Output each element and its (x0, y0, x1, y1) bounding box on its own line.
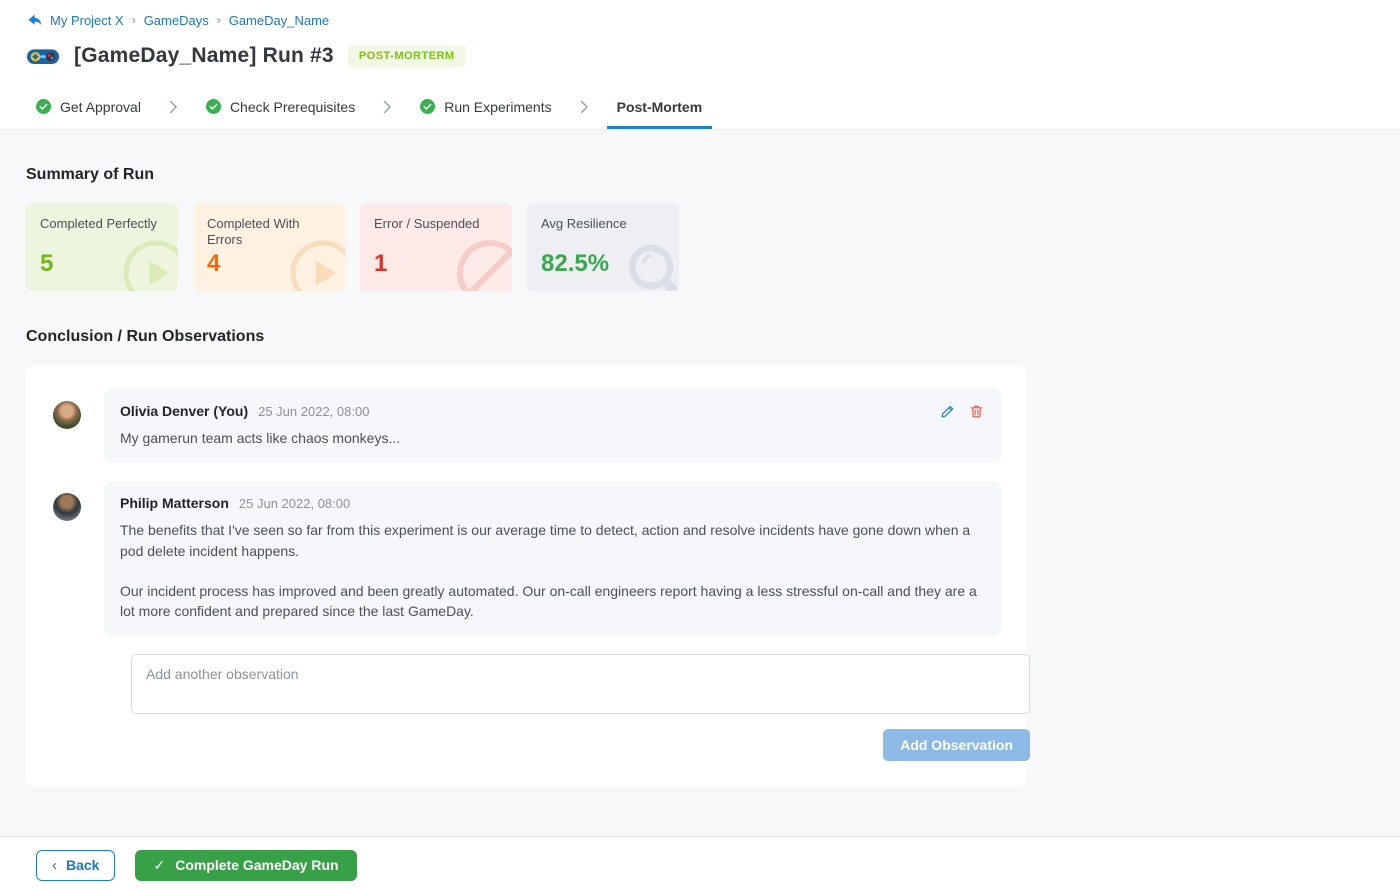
stat-card-error-suspended: Error / Suspended 1 (360, 203, 512, 291)
status-badge: POST-MORTERM (348, 45, 466, 67)
comment-timestamp: 25 Jun 2022, 08:00 (258, 404, 369, 419)
stat-value: 82.5% (541, 250, 665, 278)
comment-text: My gamerun team acts like chaos monkeys.… (120, 428, 984, 448)
chevron-right-icon: › (217, 13, 221, 27)
tab-label: Run Experiments (444, 99, 551, 115)
comment-text: The benefits that I've seen so far from … (120, 520, 984, 621)
tab-label: Check Prerequisites (230, 99, 355, 115)
chevron-right-icon (580, 100, 589, 114)
tab-label: Get Approval (60, 99, 141, 115)
delete-icon[interactable] (969, 404, 984, 419)
check-circle-icon (36, 99, 51, 114)
tab-label: Post-Mortem (617, 99, 703, 115)
check-circle-icon (420, 99, 435, 114)
tab-post-mortem[interactable]: Post-Mortem (607, 84, 713, 129)
comment-bubble: Olivia Denver (You) 25 Jun 2022, 08:00 M… (104, 389, 1002, 463)
chevron-right-icon: › (132, 13, 136, 27)
observation-input[interactable] (131, 654, 1030, 714)
complete-gameday-run-button[interactable]: ✓ Complete GameDay Run (135, 850, 356, 881)
stat-value: 5 (40, 250, 164, 278)
breadcrumb-link-gamedays[interactable]: GameDays (144, 13, 209, 28)
page-header: My Project X › GameDays › GameDay_Name [… (0, 0, 1400, 84)
edit-icon[interactable] (940, 404, 955, 419)
check-icon: ✓ (153, 857, 165, 874)
observations-heading: Conclusion / Run Observations (26, 328, 1374, 346)
stat-label: Error / Suspended (374, 216, 498, 232)
observations-card: Olivia Denver (You) 25 Jun 2022, 08:00 M… (26, 365, 1027, 787)
stat-card-completed-perfectly: Completed Perfectly 5 (26, 203, 178, 291)
stat-label: Avg Resilience (541, 216, 665, 232)
chevron-right-icon (169, 100, 178, 114)
stat-value: 1 (374, 250, 498, 278)
comment-row: Philip Matterson 25 Jun 2022, 08:00 The … (53, 481, 1002, 636)
breadcrumb-link-gameday-name[interactable]: GameDay_Name (229, 13, 329, 28)
stat-label: Completed With Errors (207, 216, 331, 249)
comment-bubble: Philip Matterson 25 Jun 2022, 08:00 The … (104, 481, 1002, 636)
chevron-right-icon (383, 100, 392, 114)
avatar (53, 401, 81, 429)
avatar (53, 493, 81, 521)
breadcrumb-link-project[interactable]: My Project X (50, 13, 124, 28)
check-circle-icon (206, 99, 221, 114)
chevron-left-icon: ‹ (52, 857, 57, 874)
summary-heading: Summary of Run (26, 166, 1374, 184)
gamepad-icon (26, 45, 60, 68)
tab-run-experiments[interactable]: Run Experiments (410, 84, 561, 129)
comment-author: Olivia Denver (You) (120, 403, 248, 419)
stat-value: 4 (207, 250, 331, 278)
stat-card-completed-with-errors: Completed With Errors 4 (193, 203, 345, 291)
stat-label: Completed Perfectly (40, 216, 164, 232)
page-title: [GameDay_Name] Run #3 (74, 44, 334, 68)
step-tabs: Get Approval Check Prerequisites Run Exp… (0, 84, 1400, 130)
comment-timestamp: 25 Jun 2022, 08:00 (239, 496, 350, 511)
tab-get-approval[interactable]: Get Approval (26, 84, 151, 129)
back-button[interactable]: ‹ Back (36, 850, 115, 881)
stat-card-avg-resilience: Avg Resilience 82.5% (527, 203, 679, 291)
add-observation-button[interactable]: Add Observation (883, 729, 1030, 761)
footer-bar: ‹ Back ✓ Complete GameDay Run (0, 836, 1400, 893)
project-icon (26, 12, 42, 28)
summary-cards: Completed Perfectly 5 Completed With Err… (26, 203, 1374, 291)
main-content: Summary of Run Completed Perfectly 5 Com… (0, 130, 1400, 836)
comment-row: Olivia Denver (You) 25 Jun 2022, 08:00 M… (53, 389, 1002, 463)
comment-author: Philip Matterson (120, 495, 229, 511)
tab-check-prerequisites[interactable]: Check Prerequisites (196, 84, 365, 129)
breadcrumb: My Project X › GameDays › GameDay_Name (26, 10, 1374, 38)
